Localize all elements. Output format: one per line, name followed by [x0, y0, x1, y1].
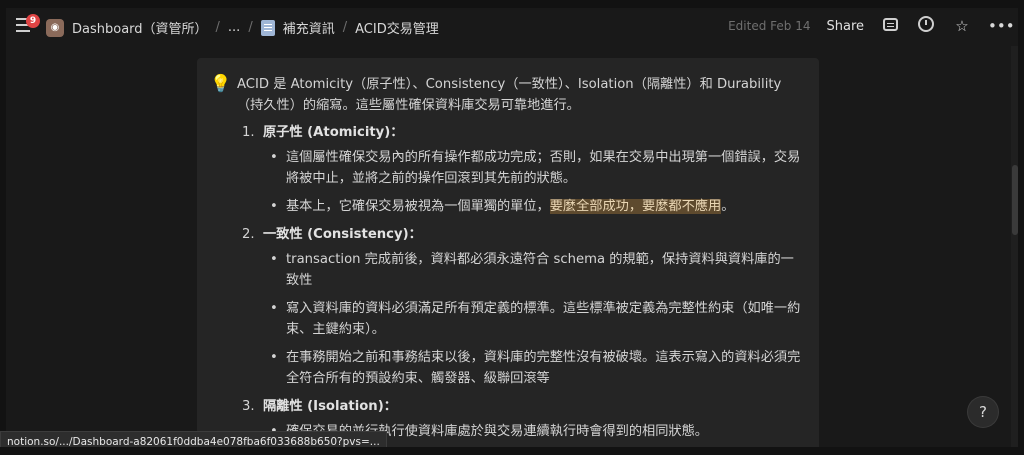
help-button[interactable]: ? — [968, 397, 998, 427]
notification-badge: 9 — [26, 14, 40, 28]
lightbulb-icon: 💡 — [210, 74, 232, 94]
breadcrumb-separator: / — [215, 20, 220, 35]
breadcrumb-page[interactable]: 補充資訊 — [283, 18, 335, 37]
breadcrumb-workspace[interactable]: Dashboard（資管所） — [72, 18, 208, 37]
edited-timestamp: Edited Feb 14 — [728, 19, 811, 33]
section-title: 原子性 (Atomicity)： — [263, 125, 404, 140]
workspace-avatar-icon: ◉ — [46, 18, 64, 37]
share-button[interactable]: Share — [826, 19, 864, 34]
window-frame-bottom — [0, 447, 1024, 455]
top-bar: 9 ◉ Dashboard（資管所） / ... / 補充資訊 / ACID交易… — [6, 8, 1018, 46]
intro-paragraph[interactable]: ACID 是 Atomicity（原子性）、Consistency（一致性）、I… — [237, 74, 807, 116]
breadcrumb-ellipsis[interactable]: ... — [228, 20, 240, 35]
list-item[interactable]: transaction 完成前後，資料都必須永遠符合 schema 的規範，保持… — [264, 249, 807, 291]
window-frame-top — [0, 0, 1024, 8]
list-item-text: 。 — [721, 199, 735, 214]
section-isolation-heading[interactable]: 3. 隔離性 (Isolation)： — [237, 396, 807, 417]
history-clock-icon[interactable] — [916, 16, 936, 36]
scrollbar-track[interactable] — [1011, 46, 1018, 447]
document-icon — [260, 19, 275, 36]
more-options-icon[interactable]: ••• — [988, 16, 1015, 36]
highlighted-text: 要麼全部成功，要麼都不應用 — [549, 199, 722, 214]
star-icon[interactable]: ☆ — [952, 16, 972, 36]
breadcrumb-separator: / — [248, 20, 253, 35]
list-item[interactable]: 這個屬性確保交易內的所有操作都成功完成；否則，如果在交易中出現第一個錯誤，交易將… — [264, 147, 807, 189]
list-number: 2. — [242, 227, 255, 242]
list-item[interactable]: 在事務開始之前和事務結束以後，資料庫的完整性沒有被破壞。這表示寫入的資料必須完全… — [264, 347, 807, 389]
list-item[interactable]: 寫入資料庫的資料必須滿足所有預定義的標準。這些標準被定義為完整性約束（如唯一約束… — [264, 298, 807, 340]
breadcrumb-separator: / — [342, 20, 348, 35]
section-atomicity-bullets: 這個屬性確保交易內的所有操作都成功完成；否則，如果在交易中出現第一個錯誤，交易將… — [264, 147, 807, 217]
section-atomicity-heading[interactable]: 1. 原子性 (Atomicity)： — [237, 122, 807, 143]
window-frame-left — [0, 0, 6, 455]
section-consistency-bullets: transaction 完成前後，資料都必須永遠符合 schema 的規範，保持… — [264, 249, 807, 389]
section-title: 一致性 (Consistency)： — [263, 227, 422, 242]
section-title: 隔離性 (Isolation)： — [263, 399, 397, 414]
breadcrumb: ◉ Dashboard（資管所） / ... / 補充資訊 / ACID交易管理 — [46, 18, 439, 37]
list-number: 1. — [242, 125, 255, 140]
breadcrumb-current[interactable]: ACID交易管理 — [355, 18, 439, 37]
comments-icon[interactable] — [880, 16, 900, 36]
top-actions: Edited Feb 14 Share ☆ ••• — [728, 16, 1015, 36]
scrollbar-thumb[interactable] — [1012, 165, 1018, 235]
list-item[interactable]: 基本上，它確保交易被視為一個單獨的單位，要麼全部成功，要麼都不應用。 — [264, 196, 807, 217]
list-item-text: 基本上，它確保交易被視為一個單獨的單位， — [286, 199, 550, 214]
window-frame-right — [1018, 0, 1024, 455]
callout-content: ACID 是 Atomicity（原子性）、Consistency（一致性）、I… — [237, 74, 807, 449]
section-consistency-heading[interactable]: 2. 一致性 (Consistency)： — [237, 224, 807, 245]
list-number: 3. — [242, 399, 255, 414]
